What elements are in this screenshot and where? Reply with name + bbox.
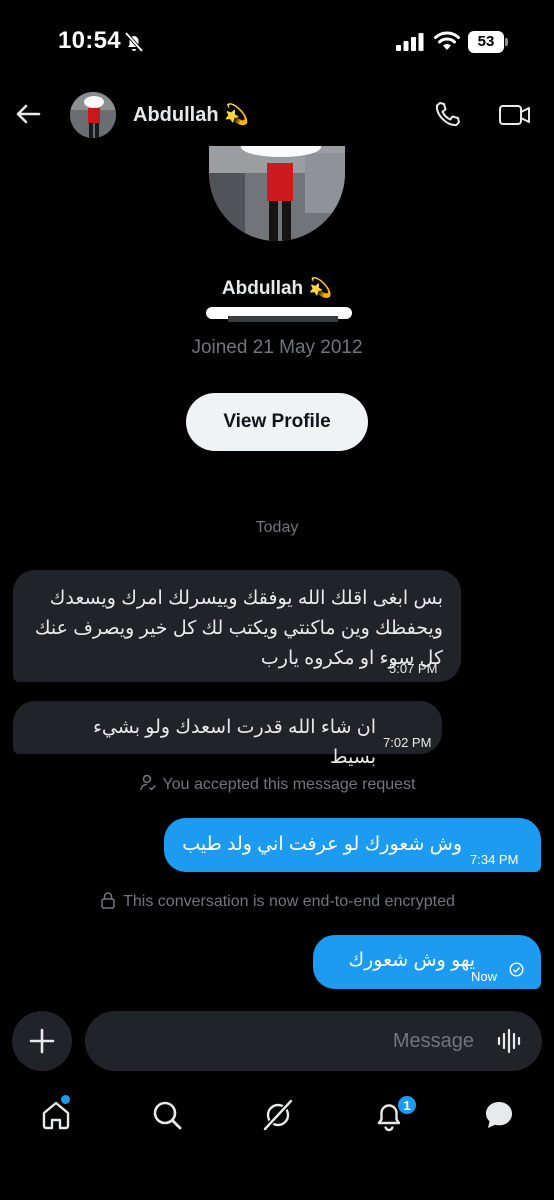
back-arrow-icon[interactable] — [14, 100, 42, 128]
search-icon[interactable] — [150, 1098, 184, 1132]
wifi-icon — [434, 31, 460, 50]
message-time: 5:07 PM — [389, 661, 438, 676]
username-redaction — [206, 307, 352, 322]
message-time: 7:34 PM — [470, 852, 519, 867]
message-bubble-incoming[interactable]: بس ابغى اقلك الله يوفقك وييسرلك امرك ويس… — [13, 570, 461, 682]
profile-photo — [209, 133, 345, 241]
message-text: وش شعورك لو عرفت اني ولد طيب — [182, 834, 462, 855]
battery-level: 53 — [468, 31, 504, 53]
header-avatar[interactable] — [70, 92, 116, 138]
joined-date: Joined 21 May 2012 — [191, 337, 363, 358]
messages-icon[interactable] — [482, 1098, 516, 1132]
message-bubble-outgoing[interactable]: وش شعورك لو عرفت اني ولد طيب 7:34 PM — [164, 818, 541, 872]
message-input[interactable]: Message — [85, 1011, 542, 1071]
message-bubble-outgoing[interactable]: يهو وش شعورك Now — [313, 935, 541, 989]
view-profile-button[interactable]: View Profile — [186, 393, 368, 451]
day-separator: Today — [255, 519, 299, 536]
header-name[interactable]: Abdullah 💫 — [133, 102, 249, 127]
message-placeholder: Message — [392, 1030, 474, 1052]
message-text: بس ابغى اقلك الله يوفقك وييسرلك امرك ويس… — [34, 588, 443, 669]
conversation-header: Abdullah 💫 — [0, 84, 554, 146]
add-attachment-button[interactable] — [12, 1011, 72, 1071]
cellular-signal-icon — [396, 33, 424, 51]
message-text: ان شاء الله قدرت اسعدك ولو بشيء بسيط — [93, 717, 376, 768]
status-bar: 10:54 53 — [0, 0, 554, 84]
message-text: يهو وش شعورك — [348, 950, 475, 971]
system-notice: You accepted this message request — [0, 774, 554, 794]
bell-slash-icon — [124, 31, 144, 53]
battery-tip — [505, 38, 508, 46]
bottom-tab-bar: 1 — [0, 1090, 554, 1146]
voice-message-icon[interactable] — [496, 1027, 524, 1055]
grok-icon[interactable] — [261, 1098, 295, 1132]
system-notice-text: This conversation is now end-to-end encr… — [123, 893, 455, 910]
profile-avatar[interactable] — [209, 133, 345, 241]
phone-call-icon[interactable] — [432, 100, 462, 130]
system-notice: This conversation is now end-to-end encr… — [0, 891, 554, 911]
sent-check-icon — [509, 962, 524, 977]
plus-icon — [29, 1028, 55, 1054]
lock-icon — [101, 892, 115, 909]
message-time: Now — [471, 969, 498, 984]
user-check-icon — [139, 774, 156, 791]
status-time: 10:54 — [58, 27, 121, 54]
battery-indicator: 53 — [468, 31, 508, 53]
avatar-photo — [70, 92, 116, 138]
system-notice-text: You accepted this message request — [162, 776, 416, 793]
profile-name: Abdullah 💫 — [221, 278, 333, 299]
message-bubble-incoming[interactable]: ان شاء الله قدرت اسعدك ولو بشيء بسيط 7:0… — [13, 701, 442, 768]
notifications-badge: 1 — [397, 1095, 417, 1115]
home-new-dot — [61, 1095, 70, 1104]
message-time: 7:02 PM — [383, 735, 432, 750]
video-call-icon[interactable] — [498, 101, 532, 129]
